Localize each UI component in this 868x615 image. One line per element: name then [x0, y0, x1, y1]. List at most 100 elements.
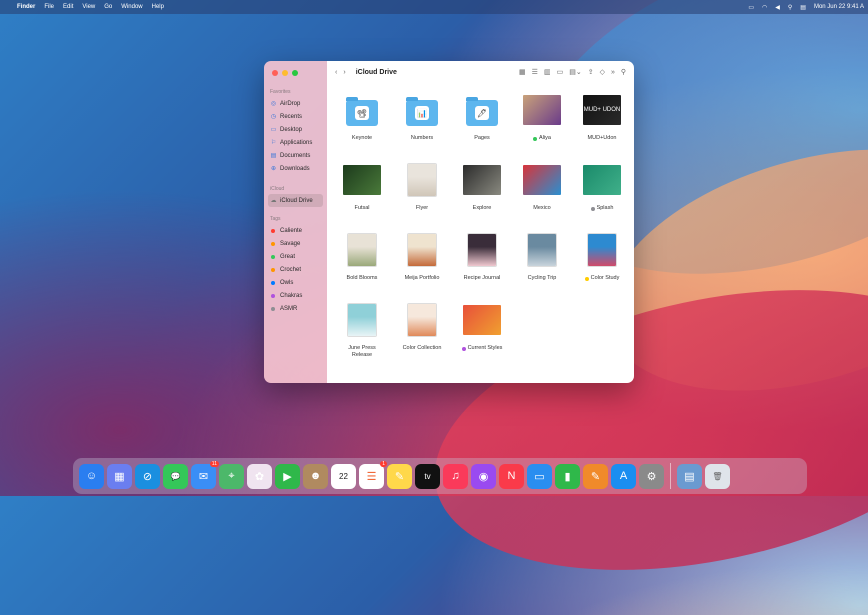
dock-podcasts[interactable]: ◉: [471, 463, 496, 489]
contacts-icon: ☻: [309, 470, 322, 482]
sidebar-item-label: Savage: [280, 240, 301, 247]
dock-launchpad[interactable]: ▦: [107, 463, 132, 489]
share-icon[interactable]: ⇪: [588, 68, 594, 76]
file-item[interactable]: Flyer: [393, 159, 451, 229]
dock: ☺ ▦ ⊘ 💬 ✉ 11 ⌖ ✿ ▶ ☻ 22 ☰ 1 ✎ tv ♫ ◉ N ▭ ▮ ✎ A ⚙ ▤ 🗑: [73, 458, 807, 494]
dock-messages[interactable]: 💬: [163, 463, 188, 489]
file-item[interactable]: MUD+ UDON MUD+Udon: [573, 89, 631, 159]
file-item[interactable]: 📊 Numbers: [393, 89, 451, 159]
sidebar-item-downloads[interactable]: ⊕ Downloads: [264, 162, 327, 175]
spotlight-search-icon[interactable]: ⚲: [788, 4, 792, 11]
dock-keynote[interactable]: ▭: [527, 463, 552, 489]
file-thumbnail: [402, 233, 442, 267]
dock-numbers[interactable]: ▮: [555, 463, 580, 489]
sidebar-tag-caliente[interactable]: Caliente: [264, 224, 327, 237]
sidebar-section-favorites: Favorites: [270, 89, 291, 95]
search-icon[interactable]: ⚲: [621, 68, 626, 76]
dock-contacts[interactable]: ☻: [303, 463, 328, 489]
dock-system-preferences[interactable]: ⚙: [639, 463, 664, 489]
file-item[interactable]: Meija Portfolio: [393, 229, 451, 299]
wifi-icon[interactable]: ◠: [762, 4, 767, 11]
file-item[interactable]: Mexico: [513, 159, 571, 229]
messages-icon: 💬: [170, 471, 181, 481]
tag-color-dot: [271, 280, 275, 285]
control-center-icon[interactable]: ▤: [800, 4, 806, 11]
dock-safari[interactable]: ⊘: [135, 463, 160, 489]
sidebar-tag-great[interactable]: Great: [264, 250, 327, 263]
menu-clock[interactable]: Mon Jun 22 9:41 A: [814, 4, 864, 10]
file-item[interactable]: Recipe Journal: [453, 229, 511, 299]
sidebar-tag-crochet[interactable]: Crochet: [264, 263, 327, 276]
file-item[interactable]: 📽 Keynote: [333, 89, 391, 159]
dock-app-store[interactable]: A: [611, 463, 636, 489]
dock-calendar[interactable]: 22: [331, 463, 356, 489]
file-item[interactable]: 🖊 Pages: [453, 89, 511, 159]
screen-mirroring-icon[interactable]: ▭: [748, 4, 754, 11]
finder-icon: ☺: [85, 470, 98, 482]
file-item[interactable]: Splash: [573, 159, 631, 229]
dock-finder[interactable]: ☺: [79, 463, 104, 489]
file-label: Cycling Trip: [528, 275, 557, 282]
back-button[interactable]: ‹: [335, 69, 337, 76]
sidebar-tag-chakras[interactable]: Chakras: [264, 289, 327, 302]
close-button[interactable]: [272, 70, 278, 76]
file-item[interactable]: Color Study: [573, 229, 631, 299]
file-item[interactable]: June Press Release: [333, 299, 391, 369]
sidebar-item-desktop[interactable]: ▭ Desktop: [264, 123, 327, 136]
dock-music[interactable]: ♫: [443, 463, 468, 489]
sidebar-item-icloud-drive[interactable]: ☁ iCloud Drive: [268, 194, 323, 207]
dock-photos[interactable]: ✿: [247, 463, 272, 489]
file-item[interactable]: Cycling Trip: [513, 229, 571, 299]
dock-pages[interactable]: ✎: [583, 463, 608, 489]
menu-view[interactable]: View: [82, 4, 95, 10]
menu-help[interactable]: Help: [152, 4, 164, 10]
list-view-icon[interactable]: ☰: [532, 68, 538, 76]
file-grid: 📽 Keynote 📊 Numbers 🖊 Pages Aliya MUD+ UDON MUD+…: [327, 83, 634, 369]
menu-edit[interactable]: Edit: [63, 4, 73, 10]
dock-separator: [670, 463, 671, 489]
finder-toolbar: ‹ › iCloud Drive ▦ ☰ ▥ ▭ ▤⌄ ⇪ ◇ » ⚲: [327, 61, 634, 83]
zoom-button[interactable]: [292, 70, 298, 76]
dock-notes[interactable]: ✎: [387, 463, 412, 489]
sidebar-item-airdrop[interactable]: ◎ AirDrop: [264, 97, 327, 110]
volume-icon[interactable]: ◀: [775, 4, 780, 11]
numbers-icon: ▮: [564, 470, 571, 483]
column-view-icon[interactable]: ▥: [544, 68, 551, 76]
dock-tv[interactable]: tv: [415, 463, 440, 489]
sidebar-tag-asmr[interactable]: ASMR: [264, 302, 327, 315]
menu-window[interactable]: Window: [121, 4, 142, 10]
sidebar-tag-owls[interactable]: Owls: [264, 276, 327, 289]
gallery-view-icon[interactable]: ▭: [557, 68, 564, 76]
tag-icon[interactable]: ◇: [600, 68, 605, 76]
dock-trash[interactable]: 🗑: [705, 463, 730, 489]
forward-button[interactable]: ›: [343, 69, 345, 76]
file-item[interactable]: Futsal: [333, 159, 391, 229]
sidebar-item-recents[interactable]: ◷ Recents: [264, 110, 327, 123]
menu-app-finder[interactable]: Finder: [17, 4, 35, 10]
file-label: Aliya: [533, 135, 551, 142]
file-item[interactable]: Color Collection: [393, 299, 451, 369]
dock-maps[interactable]: ⌖: [219, 463, 244, 489]
sidebar-tag-savage[interactable]: Savage: [264, 237, 327, 250]
icon-view-icon[interactable]: ▦: [519, 68, 526, 76]
menu-go[interactable]: Go: [104, 4, 112, 10]
file-item[interactable]: Current Styles: [453, 299, 511, 369]
file-item[interactable]: Aliya: [513, 89, 571, 159]
dock-facetime[interactable]: ▶: [275, 463, 300, 489]
sidebar-item-label: Downloads: [280, 165, 310, 172]
group-by-icon[interactable]: ▤⌄: [569, 68, 581, 76]
minimize-button[interactable]: [282, 70, 288, 76]
dock-reminders[interactable]: ☰ 1: [359, 460, 387, 489]
menu-file[interactable]: File: [44, 4, 54, 10]
file-item[interactable]: Bold Blooms: [333, 229, 391, 299]
dock-news[interactable]: N: [499, 463, 524, 489]
dock-preview[interactable]: ▤: [677, 463, 702, 489]
sidebar-item-applications[interactable]: ⚐ Applications: [264, 136, 327, 149]
more-icon[interactable]: »: [611, 69, 615, 76]
app-store-icon: A: [619, 470, 628, 482]
file-name: Current Styles: [467, 345, 503, 351]
sidebar-item-documents[interactable]: ▤ Documents: [264, 149, 327, 162]
image-thumbnail: [583, 165, 621, 195]
dock-mail[interactable]: ✉ 11: [191, 460, 219, 489]
file-item[interactable]: Explore: [453, 159, 511, 229]
